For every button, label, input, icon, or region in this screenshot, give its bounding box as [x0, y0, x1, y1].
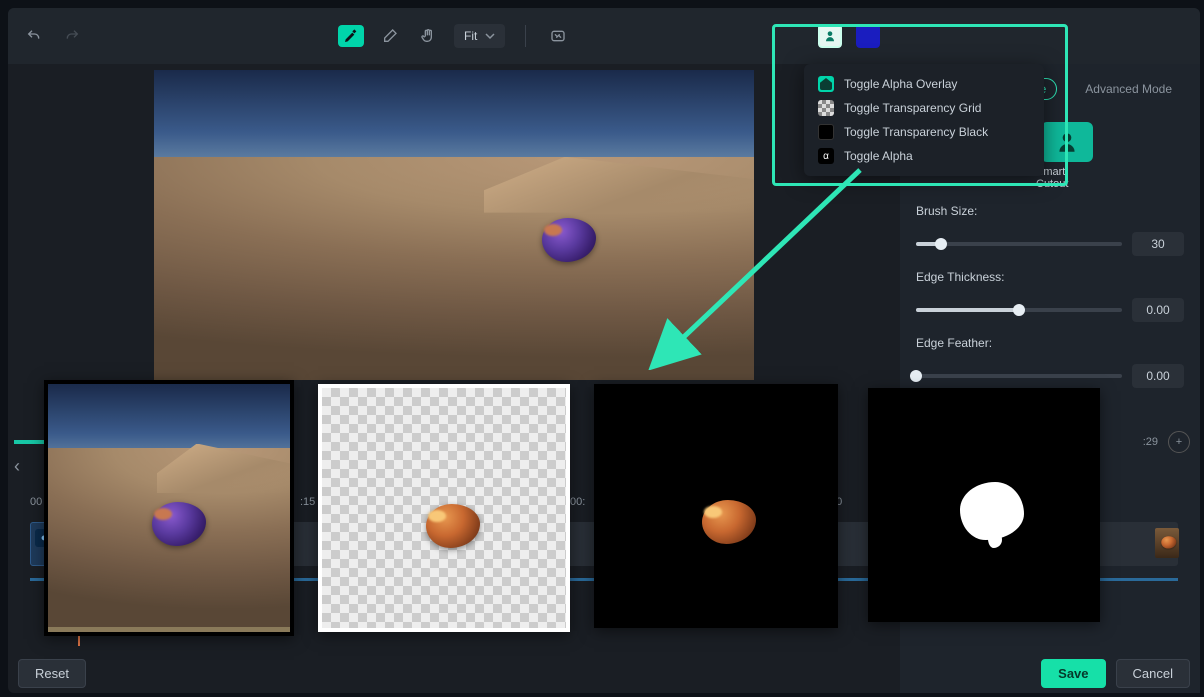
edge-feather-value[interactable]: 0.00	[1132, 364, 1184, 388]
timeline-progress-indicator	[14, 440, 44, 444]
transparency-grid-swatch-icon	[818, 100, 834, 116]
clip-thumbnail	[1155, 528, 1179, 558]
edge-thickness-label: Edge Thickness:	[916, 270, 1184, 284]
overlay-mode-dropdown: Toggle Alpha Overlay Toggle Transparency…	[804, 64, 1044, 176]
smart-brush-tool-icon[interactable]	[338, 25, 364, 47]
chevron-left-icon: ‹	[14, 456, 20, 476]
edge-thickness-value[interactable]: 0.00	[1132, 298, 1184, 322]
example-alpha-overlay	[44, 380, 294, 636]
compare-toggle-icon[interactable]	[546, 24, 570, 48]
dropdown-label: Toggle Alpha	[844, 149, 913, 163]
preview-canvas[interactable]	[154, 70, 754, 380]
smart-cutout-label: Smart Cutout	[1036, 166, 1098, 190]
overlay-mode-button[interactable]	[818, 24, 842, 48]
cancel-button[interactable]: Cancel	[1116, 659, 1190, 688]
undo-icon[interactable]	[22, 24, 46, 48]
example-alpha-matte	[868, 388, 1100, 622]
dropdown-item-alpha-overlay[interactable]: Toggle Alpha Overlay	[804, 72, 1044, 96]
zoom-fit-label: Fit	[464, 29, 477, 43]
eraser-tool-icon[interactable]	[378, 24, 402, 48]
reset-button[interactable]: Reset	[18, 659, 86, 688]
smart-cutout-tool[interactable]: Smart Cutout	[1036, 122, 1098, 190]
alpha-swatch-icon: α	[818, 148, 834, 164]
zoom-fit-select[interactable]: Fit	[454, 24, 505, 48]
toolbar-divider	[525, 25, 526, 47]
edge-feather-slider[interactable]	[916, 374, 1122, 378]
smart-cutout-icon	[1041, 122, 1093, 162]
dropdown-item-transparency-grid[interactable]: Toggle Transparency Grid	[804, 96, 1044, 120]
transparency-black-swatch-icon	[818, 124, 834, 140]
alpha-overlay-swatch-icon	[818, 76, 834, 92]
ruler-tick: 00:	[570, 496, 585, 508]
chevron-down-icon	[485, 31, 495, 41]
preview-subject	[534, 210, 604, 270]
timeline-nav-left[interactable]: ‹	[14, 456, 38, 486]
dropdown-label: Toggle Transparency Black	[844, 125, 988, 139]
brush-size-label: Brush Size:	[916, 204, 1184, 218]
edge-feather-label: Edge Feather:	[916, 336, 1184, 350]
hand-tool-icon[interactable]	[416, 24, 440, 48]
ruler-tick: :15	[300, 496, 315, 508]
example-transparency-black	[594, 384, 838, 628]
redo-icon[interactable]	[60, 24, 84, 48]
person-silhouette-icon	[823, 29, 837, 43]
brush-size-slider[interactable]	[916, 242, 1122, 246]
dropdown-label: Toggle Alpha Overlay	[844, 77, 957, 91]
edge-thickness-slider[interactable]	[916, 308, 1122, 312]
dialog-footer: Reset Save Cancel	[8, 653, 1200, 693]
ruler-tick: 00	[30, 496, 42, 508]
dropdown-item-alpha[interactable]: α Toggle Alpha	[804, 144, 1044, 168]
overlay-color-swatch[interactable]	[856, 24, 880, 48]
top-toolbar: Fit	[8, 8, 1200, 64]
tab-advanced-mode[interactable]: Advanced Mode	[1075, 79, 1182, 99]
example-transparency-grid	[318, 384, 570, 632]
dropdown-item-transparency-black[interactable]: Toggle Transparency Black	[804, 120, 1044, 144]
dropdown-label: Toggle Transparency Grid	[844, 101, 981, 115]
brush-size-value[interactable]: 30	[1132, 232, 1184, 256]
timeline-duration: :29	[1143, 436, 1158, 448]
save-button[interactable]: Save	[1041, 659, 1105, 688]
zoom-in-button[interactable]: +	[1168, 431, 1190, 453]
